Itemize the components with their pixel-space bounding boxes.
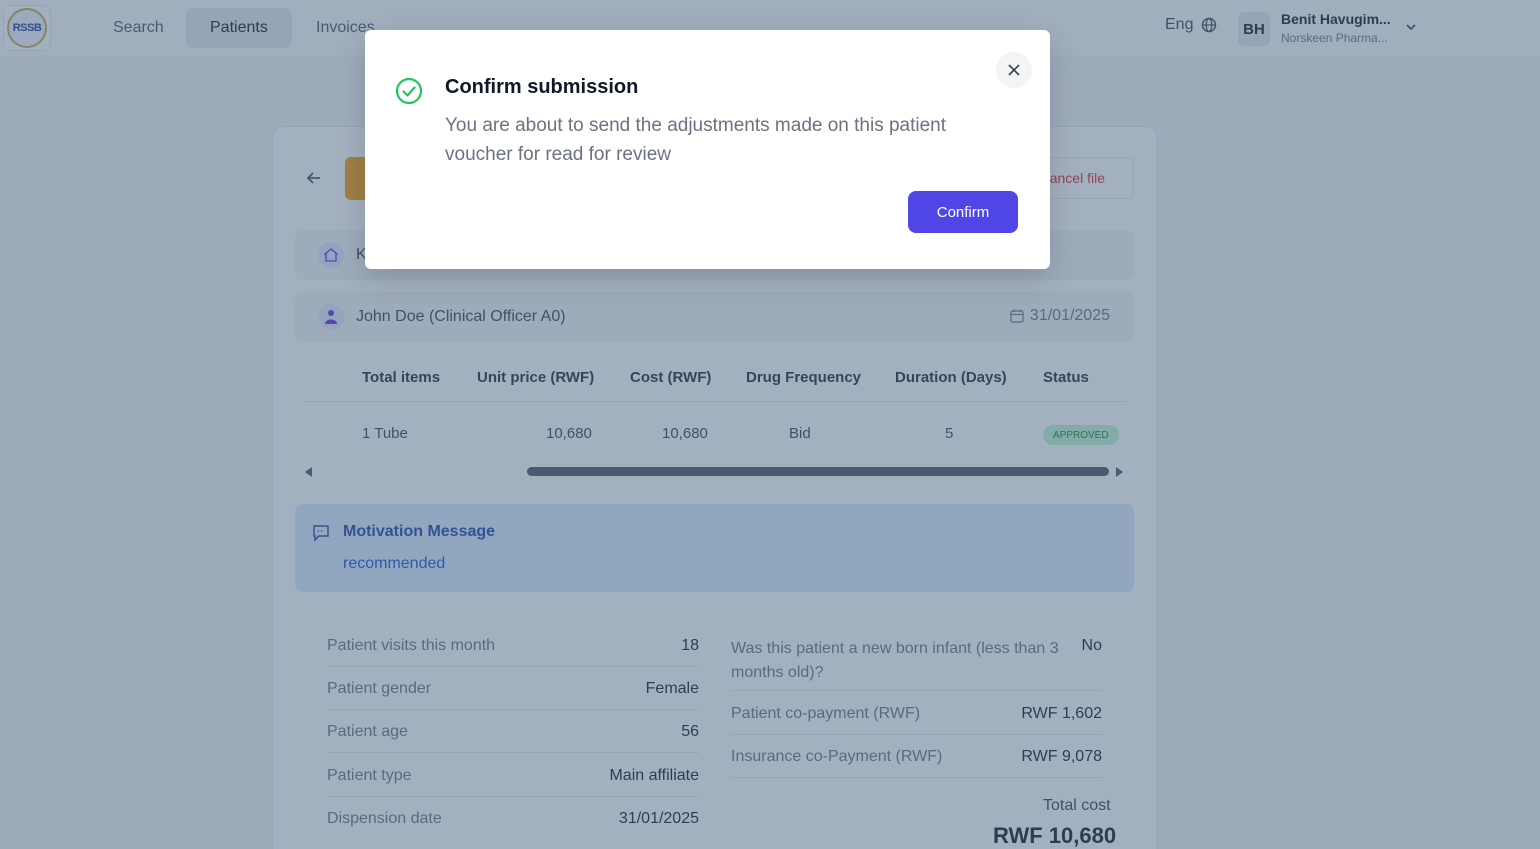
close-button[interactable] (996, 52, 1032, 88)
close-icon (1008, 64, 1020, 76)
dialog-title: Confirm submission (445, 76, 639, 98)
dialog-message: You are about to send the adjustments ma… (445, 115, 947, 165)
confirm-dialog: Confirm submission You are about to send… (365, 30, 1050, 269)
confirm-button[interactable]: Confirm (908, 191, 1018, 233)
check-circle-icon (395, 77, 423, 105)
